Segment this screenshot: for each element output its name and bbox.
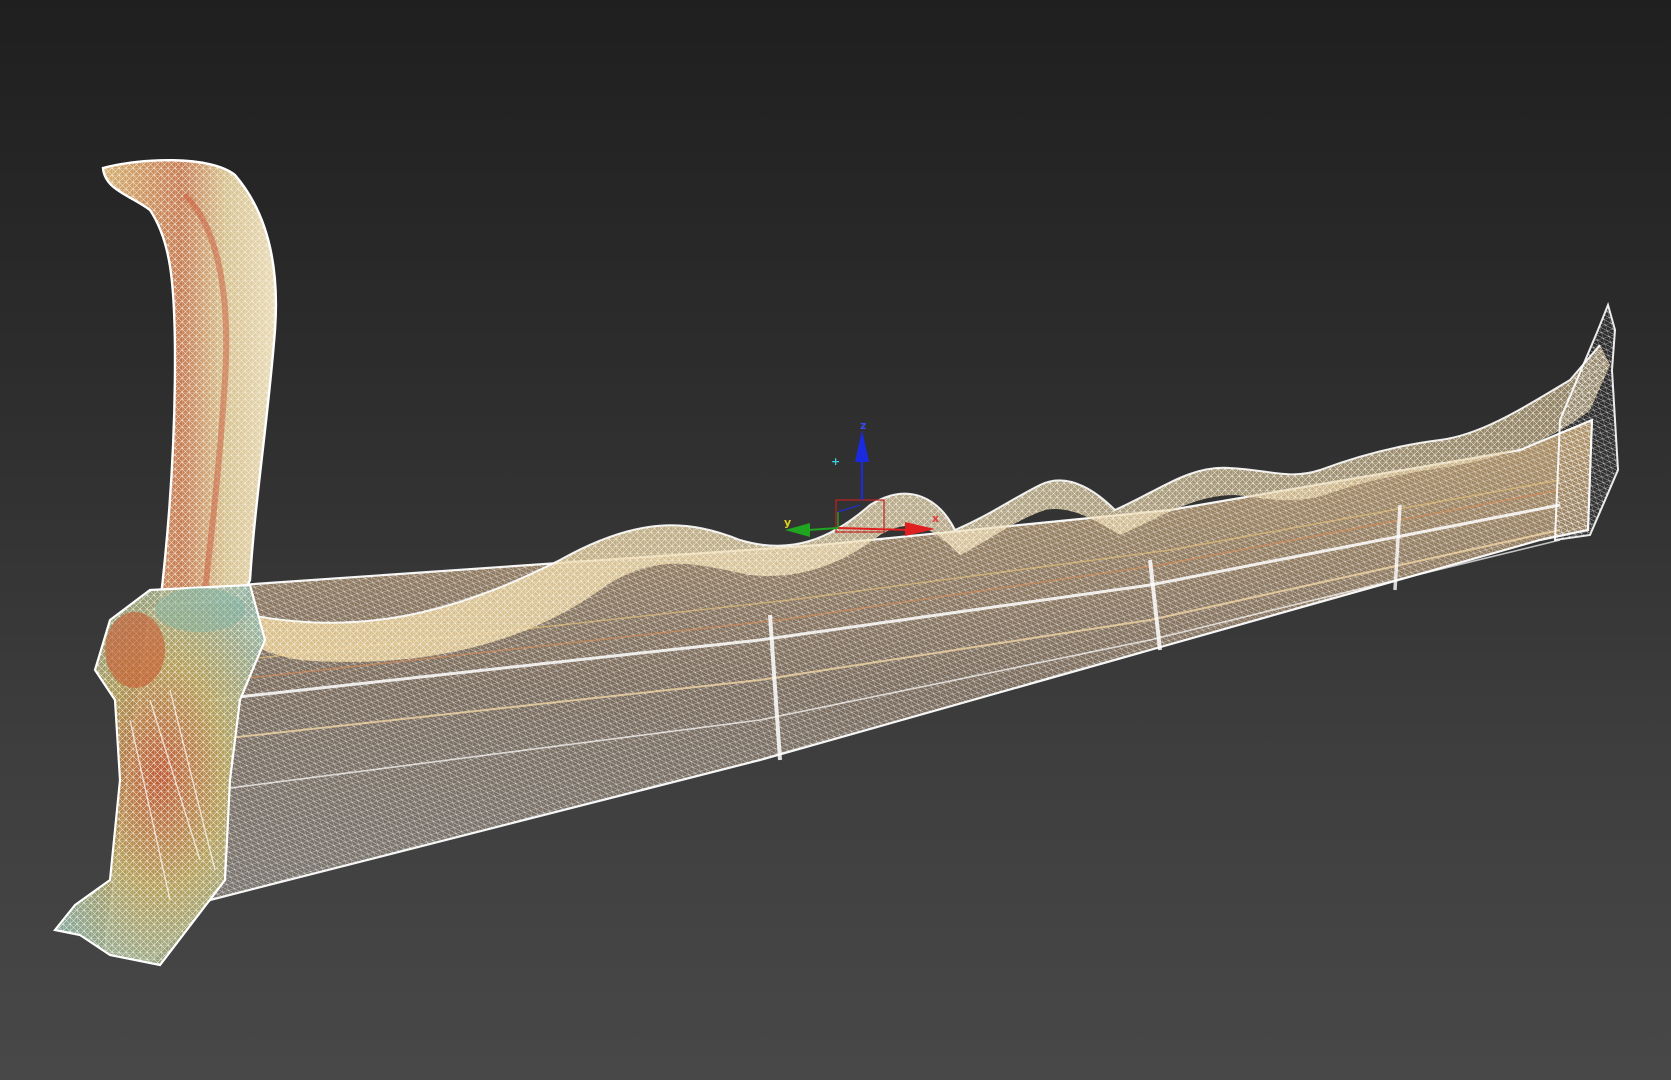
scene-canvas[interactable]: z x y + [0, 0, 1671, 1080]
pivot-marker: + [831, 455, 840, 468]
z-axis-label: z [860, 419, 866, 432]
mesh-end-post[interactable] [1553, 301, 1620, 542]
mesh-horn[interactable] [101, 159, 278, 607]
y-axis[interactable] [807, 527, 839, 531]
z-arrow-icon[interactable] [855, 430, 869, 462]
mesh-body[interactable] [103, 418, 1594, 962]
3d-viewport[interactable]: z x y + [0, 0, 1671, 1080]
x-axis-label: x [932, 512, 939, 525]
y-axis-label: y [784, 516, 791, 529]
